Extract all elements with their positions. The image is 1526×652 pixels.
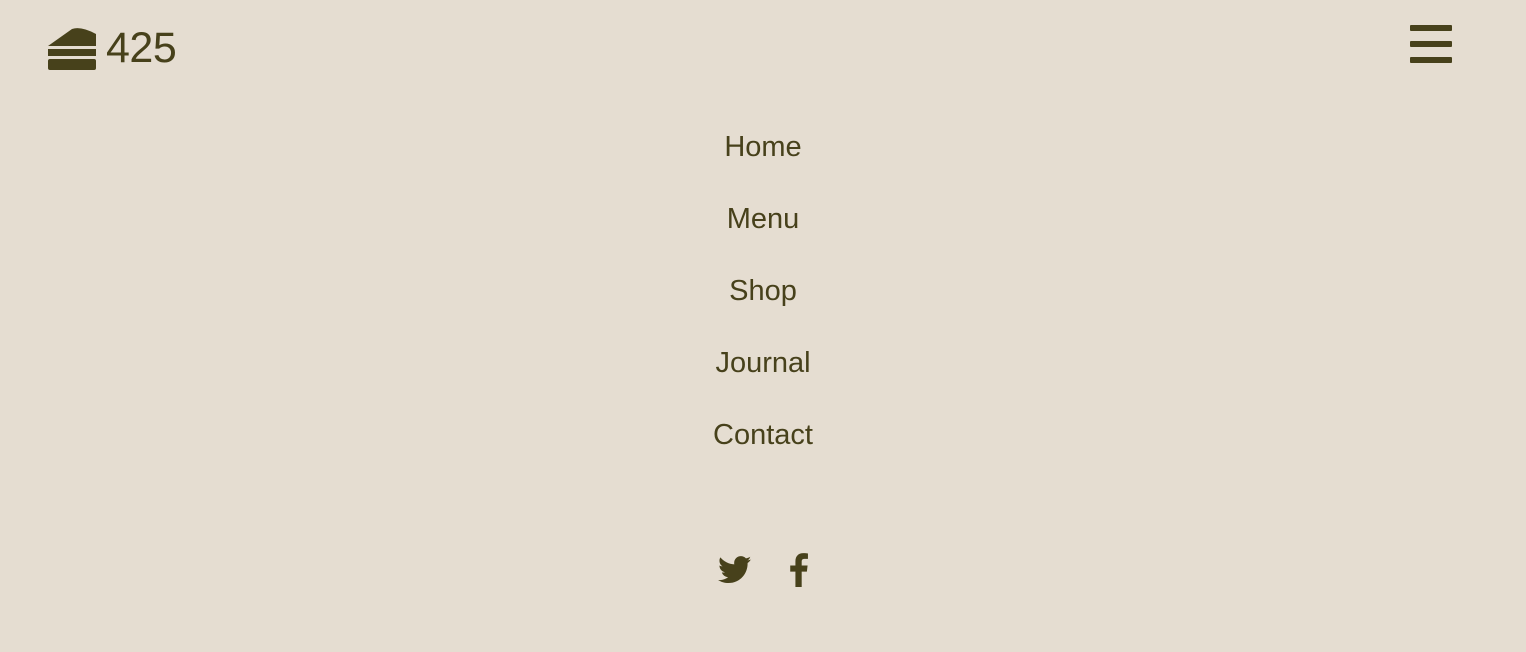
nav-link-menu[interactable]: Menu bbox=[727, 192, 800, 246]
nav-link-shop[interactable]: Shop bbox=[729, 264, 797, 318]
nav-link-home[interactable]: Home bbox=[724, 120, 801, 174]
hamburger-menu-icon-bar bbox=[1410, 41, 1452, 47]
twitter-link[interactable] bbox=[718, 556, 752, 584]
social-links bbox=[0, 548, 1526, 592]
facebook-link[interactable] bbox=[790, 553, 808, 587]
twitter-icon bbox=[718, 556, 752, 584]
facebook-icon bbox=[790, 553, 808, 587]
hamburger-menu-icon bbox=[1410, 25, 1452, 31]
nav-item-menu: Menu bbox=[0, 192, 1526, 264]
hamburger-menu-button[interactable] bbox=[1410, 25, 1452, 63]
nav-item-journal: Journal bbox=[0, 336, 1526, 408]
nav-item-contact: Contact bbox=[0, 408, 1526, 480]
main-nav: Home Menu Shop Journal Contact bbox=[0, 120, 1526, 480]
nav-link-contact[interactable]: Contact bbox=[713, 408, 813, 462]
hamburger-menu-icon-bar bbox=[1410, 57, 1452, 63]
nav-link-journal[interactable]: Journal bbox=[715, 336, 810, 390]
nav-item-shop: Shop bbox=[0, 264, 1526, 336]
logo-text: 425 bbox=[106, 24, 177, 72]
nav-item-home: Home bbox=[0, 120, 1526, 192]
cake-slice-icon bbox=[48, 28, 96, 70]
logo-link[interactable]: 425 bbox=[48, 22, 177, 74]
